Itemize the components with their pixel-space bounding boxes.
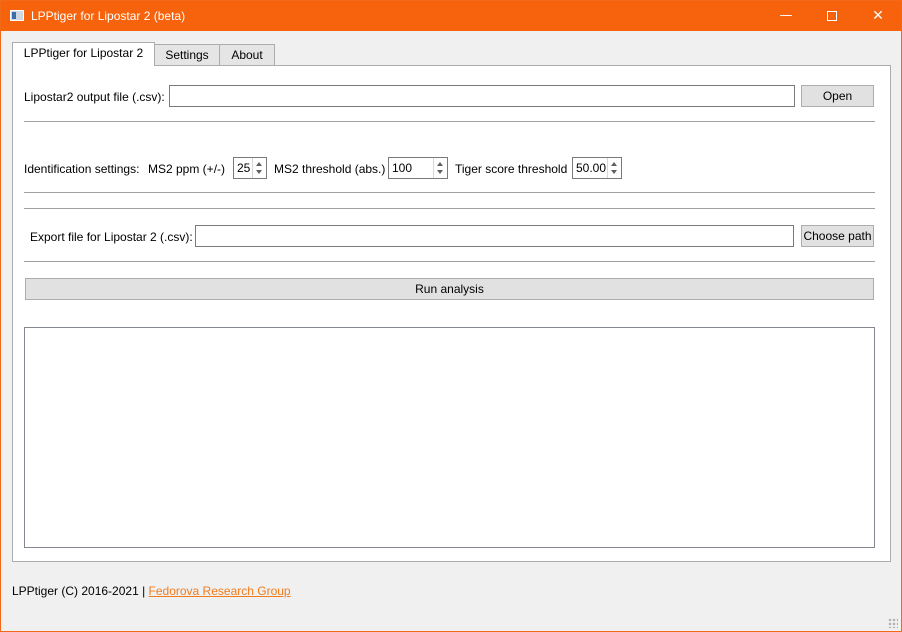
separator	[24, 208, 875, 209]
log-output-area[interactable]	[24, 327, 875, 548]
copyright-text: LPPtiger (C) 2016-2021 |	[12, 584, 149, 598]
maximize-icon	[827, 11, 837, 21]
maximize-button[interactable]	[809, 1, 855, 31]
arrow-up-icon[interactable]	[256, 162, 262, 166]
window-title: LPPtiger for Lipostar 2 (beta)	[31, 9, 186, 23]
tiger-score-label: Tiger score threshold	[455, 162, 568, 176]
ms2-ppm-value[interactable]: 25	[237, 161, 250, 175]
ms2-threshold-stepper[interactable]	[433, 158, 447, 178]
tab-panel: Lipostar2 output file (.csv): Open Ident…	[12, 65, 891, 562]
arrow-down-icon[interactable]	[611, 170, 617, 174]
separator	[24, 261, 875, 262]
app-icon	[10, 10, 24, 21]
ms2-threshold-spinner[interactable]: 100	[388, 157, 448, 179]
run-analysis-button[interactable]: Run analysis	[25, 278, 874, 300]
app-window: LPPtiger for Lipostar 2 (beta) — ✕ LPPti…	[0, 0, 902, 632]
export-file-label: Export file for Lipostar 2 (.csv):	[30, 230, 193, 244]
arrow-down-icon[interactable]	[256, 170, 262, 174]
tiger-score-value[interactable]: 50.00	[576, 161, 606, 175]
tab-settings[interactable]: Settings	[154, 44, 220, 67]
export-file-input[interactable]	[195, 225, 794, 247]
tab-about[interactable]: About	[219, 44, 275, 67]
resize-grip-icon[interactable]	[888, 618, 898, 628]
close-button[interactable]: ✕	[855, 1, 901, 31]
footer: LPPtiger (C) 2016-2021 | Fedorova Resear…	[12, 584, 291, 598]
research-group-link[interactable]: Fedorova Research Group	[149, 584, 291, 598]
ms2-ppm-label: MS2 ppm (+/-)	[148, 162, 226, 176]
tiger-score-spinner[interactable]: 50.00	[572, 157, 622, 179]
minimize-button[interactable]: —	[763, 1, 809, 31]
ms2-threshold-label: MS2 threshold (abs.)	[274, 162, 386, 176]
lipostar-file-label: Lipostar2 output file (.csv):	[24, 90, 165, 104]
separator	[24, 121, 875, 122]
open-button[interactable]: Open	[801, 85, 874, 107]
separator	[24, 192, 875, 193]
choose-path-button[interactable]: Choose path	[801, 225, 874, 247]
lipostar-file-input[interactable]	[169, 85, 795, 107]
identification-settings-label: Identification settings:	[24, 162, 140, 176]
title-bar[interactable]: LPPtiger for Lipostar 2 (beta) — ✕	[1, 1, 901, 31]
tiger-score-stepper[interactable]	[607, 158, 621, 178]
arrow-down-icon[interactable]	[437, 170, 443, 174]
ms2-ppm-spinner[interactable]: 25	[233, 157, 267, 179]
ms2-ppm-stepper[interactable]	[252, 158, 266, 178]
arrow-up-icon[interactable]	[611, 162, 617, 166]
ms2-threshold-value[interactable]: 100	[392, 161, 412, 175]
arrow-up-icon[interactable]	[437, 162, 443, 166]
tab-lpptiger-for-lipostar[interactable]: LPPtiger for Lipostar 2	[12, 42, 155, 66]
